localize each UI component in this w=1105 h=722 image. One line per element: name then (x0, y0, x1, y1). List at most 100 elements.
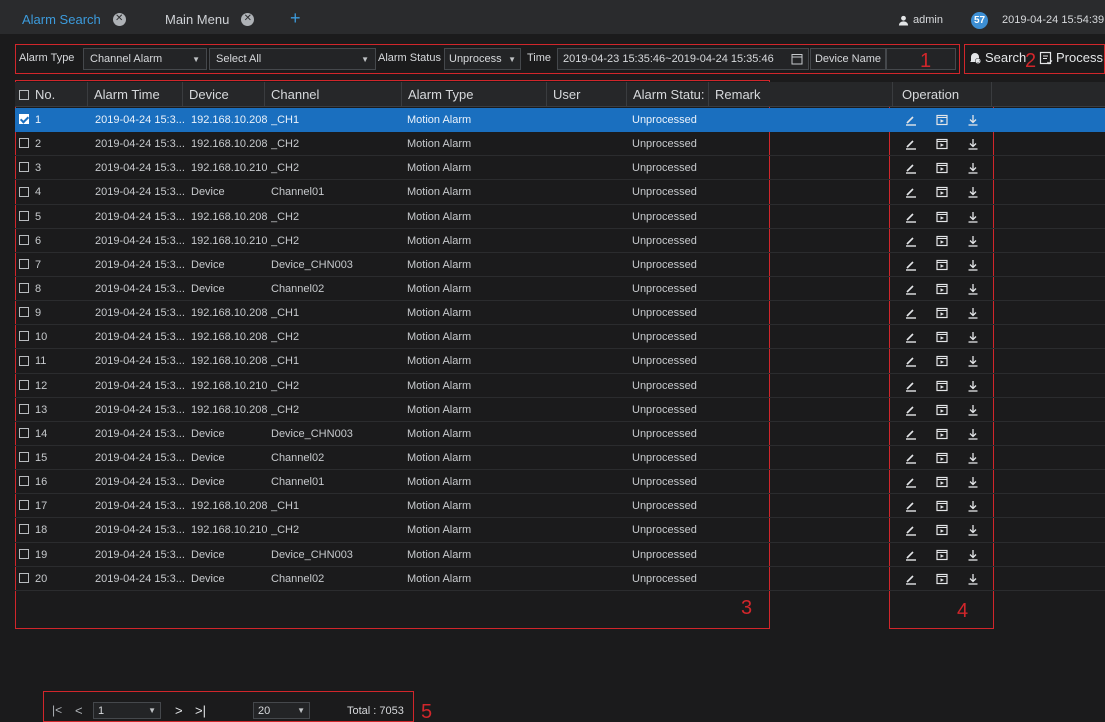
download-icon[interactable] (967, 573, 998, 585)
row-checkbox[interactable] (19, 476, 29, 487)
playback-icon[interactable] (936, 211, 967, 223)
edit-icon[interactable] (905, 355, 936, 368)
row-checkbox[interactable] (19, 524, 29, 535)
download-icon[interactable] (967, 355, 998, 368)
edit-icon[interactable] (905, 211, 936, 223)
edit-icon[interactable] (905, 283, 936, 295)
row-checkbox[interactable] (19, 186, 29, 197)
edit-icon[interactable] (905, 259, 936, 271)
table-row[interactable]: 16 2019-04-24 15:3... Device Channel01 Motio… (15, 470, 1105, 495)
row-checkbox[interactable] (19, 355, 29, 366)
table-row[interactable]: 8 2019-04-24 15:3... Device Channel02 Motion… (15, 277, 1105, 302)
table-row[interactable]: 7 2019-04-24 15:3... Device Device_CHN003 Mo… (15, 253, 1105, 277)
playback-icon[interactable] (936, 186, 967, 198)
notification-badge[interactable]: 57 (971, 12, 988, 29)
table-row[interactable]: 2 2019-04-24 15:3... 192.168.10.208 _CH2 Mot… (15, 132, 1105, 157)
playback-icon[interactable] (936, 235, 967, 247)
download-icon[interactable] (967, 380, 998, 392)
select-all-checkbox[interactable] (19, 89, 29, 100)
column-header-alarm-status[interactable]: Alarm Statu: (626, 82, 708, 107)
playback-icon[interactable] (936, 114, 967, 126)
edit-icon[interactable] (905, 235, 936, 247)
row-checkbox[interactable] (19, 331, 29, 342)
next-page-icon[interactable]: > (175, 703, 183, 718)
edit-icon[interactable] (905, 138, 936, 150)
table-row[interactable]: 4 2019-04-24 15:3... Device Channel01 Motion… (15, 180, 1105, 205)
row-checkbox[interactable] (19, 452, 29, 463)
playback-icon[interactable] (936, 259, 967, 271)
edit-icon[interactable] (905, 428, 936, 440)
download-icon[interactable] (967, 404, 998, 416)
table-row[interactable]: 13 2019-04-24 15:3... 192.168.10.208 _CH2 Mo… (15, 398, 1105, 422)
download-icon[interactable] (967, 235, 998, 247)
table-row[interactable]: 14 2019-04-24 15:3... Device Device_CHN003 M… (15, 422, 1105, 446)
download-icon[interactable] (967, 283, 998, 295)
download-icon[interactable] (967, 211, 998, 223)
table-row[interactable]: 1 2019-04-24 15:3... 192.168.10.208 _CH1 Mot… (15, 108, 1105, 133)
playback-icon[interactable] (936, 573, 967, 585)
row-checkbox[interactable] (19, 403, 29, 414)
playback-icon[interactable] (936, 380, 967, 392)
prev-page-icon[interactable]: < (75, 703, 83, 718)
column-header-remark[interactable]: Remark (708, 82, 892, 107)
playback-icon[interactable] (936, 428, 967, 440)
download-icon[interactable] (967, 186, 998, 199)
download-icon[interactable] (967, 331, 998, 343)
row-checkbox[interactable] (19, 162, 29, 173)
close-tab-main-menu-icon[interactable]: ✕ (241, 12, 255, 26)
download-icon[interactable] (967, 162, 998, 174)
playback-icon[interactable] (936, 331, 967, 343)
edit-icon[interactable] (905, 500, 936, 512)
table-row[interactable]: 3 2019-04-24 15:3... 192.168.10.210 _CH2 Mot… (15, 156, 1105, 181)
edit-icon[interactable] (905, 331, 936, 343)
playback-icon[interactable] (936, 476, 967, 488)
playback-icon[interactable] (936, 162, 967, 174)
download-icon[interactable] (967, 138, 998, 150)
download-icon[interactable] (967, 524, 998, 537)
download-icon[interactable] (967, 114, 998, 126)
tab-alarm-search[interactable]: Alarm Search ✕ (22, 8, 126, 30)
edit-icon[interactable] (905, 162, 936, 174)
table-row[interactable]: 15 2019-04-24 15:3... Device Channel02 Motio… (15, 446, 1105, 471)
edit-icon[interactable] (905, 114, 936, 126)
row-checkbox[interactable] (19, 234, 29, 245)
download-icon[interactable] (967, 307, 998, 319)
column-header-alarm-time[interactable]: Alarm Time (87, 82, 182, 107)
row-checkbox[interactable] (19, 500, 29, 511)
table-row[interactable]: 20 2019-04-24 15:3... Device Channel02 Motio… (15, 567, 1105, 591)
page-size-select[interactable]: 20 ▼ (253, 702, 310, 719)
download-icon[interactable] (967, 259, 998, 271)
playback-icon[interactable] (936, 404, 967, 416)
row-checkbox[interactable] (19, 258, 29, 269)
row-checkbox[interactable] (19, 283, 29, 294)
table-row[interactable]: 18 2019-04-24 15:3... 192.168.10.210 _CH2 Mo… (15, 518, 1105, 543)
playback-icon[interactable] (936, 283, 967, 295)
table-row[interactable]: 11 2019-04-24 15:3... 192.168.10.208 _CH1 Mo… (15, 349, 1105, 374)
row-checkbox[interactable] (19, 307, 29, 318)
edit-icon[interactable] (905, 452, 936, 464)
edit-icon[interactable] (905, 549, 936, 561)
row-checkbox[interactable] (19, 138, 29, 149)
page-number-select[interactable]: 1 ▼ (93, 702, 161, 719)
table-row[interactable]: 10 2019-04-24 15:3... 192.168.10.208 _CH2 Mo… (15, 325, 1105, 350)
playback-icon[interactable] (936, 355, 967, 367)
edit-icon[interactable] (905, 524, 936, 537)
edit-icon[interactable] (905, 404, 936, 416)
row-checkbox[interactable] (19, 572, 29, 583)
download-icon[interactable] (967, 452, 998, 464)
table-row[interactable]: 12 2019-04-24 15:3... 192.168.10.210 _CH2 Mo… (15, 374, 1105, 398)
edit-icon[interactable] (905, 186, 936, 199)
playback-icon[interactable] (936, 138, 967, 150)
edit-icon[interactable] (905, 307, 936, 319)
tab-main-menu[interactable]: Main Menu ✕ (165, 8, 255, 30)
download-icon[interactable] (967, 500, 998, 512)
column-header-alarm-type[interactable]: Alarm Type (401, 82, 546, 107)
edit-icon[interactable] (905, 573, 936, 585)
edit-icon[interactable] (905, 380, 936, 392)
edit-icon[interactable] (905, 476, 936, 488)
download-icon[interactable] (967, 476, 998, 488)
column-header-user[interactable]: User (546, 82, 626, 107)
row-checkbox[interactable] (19, 114, 29, 125)
table-row[interactable]: 19 2019-04-24 15:3... Device Device_CHN003 M… (15, 543, 1105, 567)
playback-icon[interactable] (936, 307, 967, 319)
